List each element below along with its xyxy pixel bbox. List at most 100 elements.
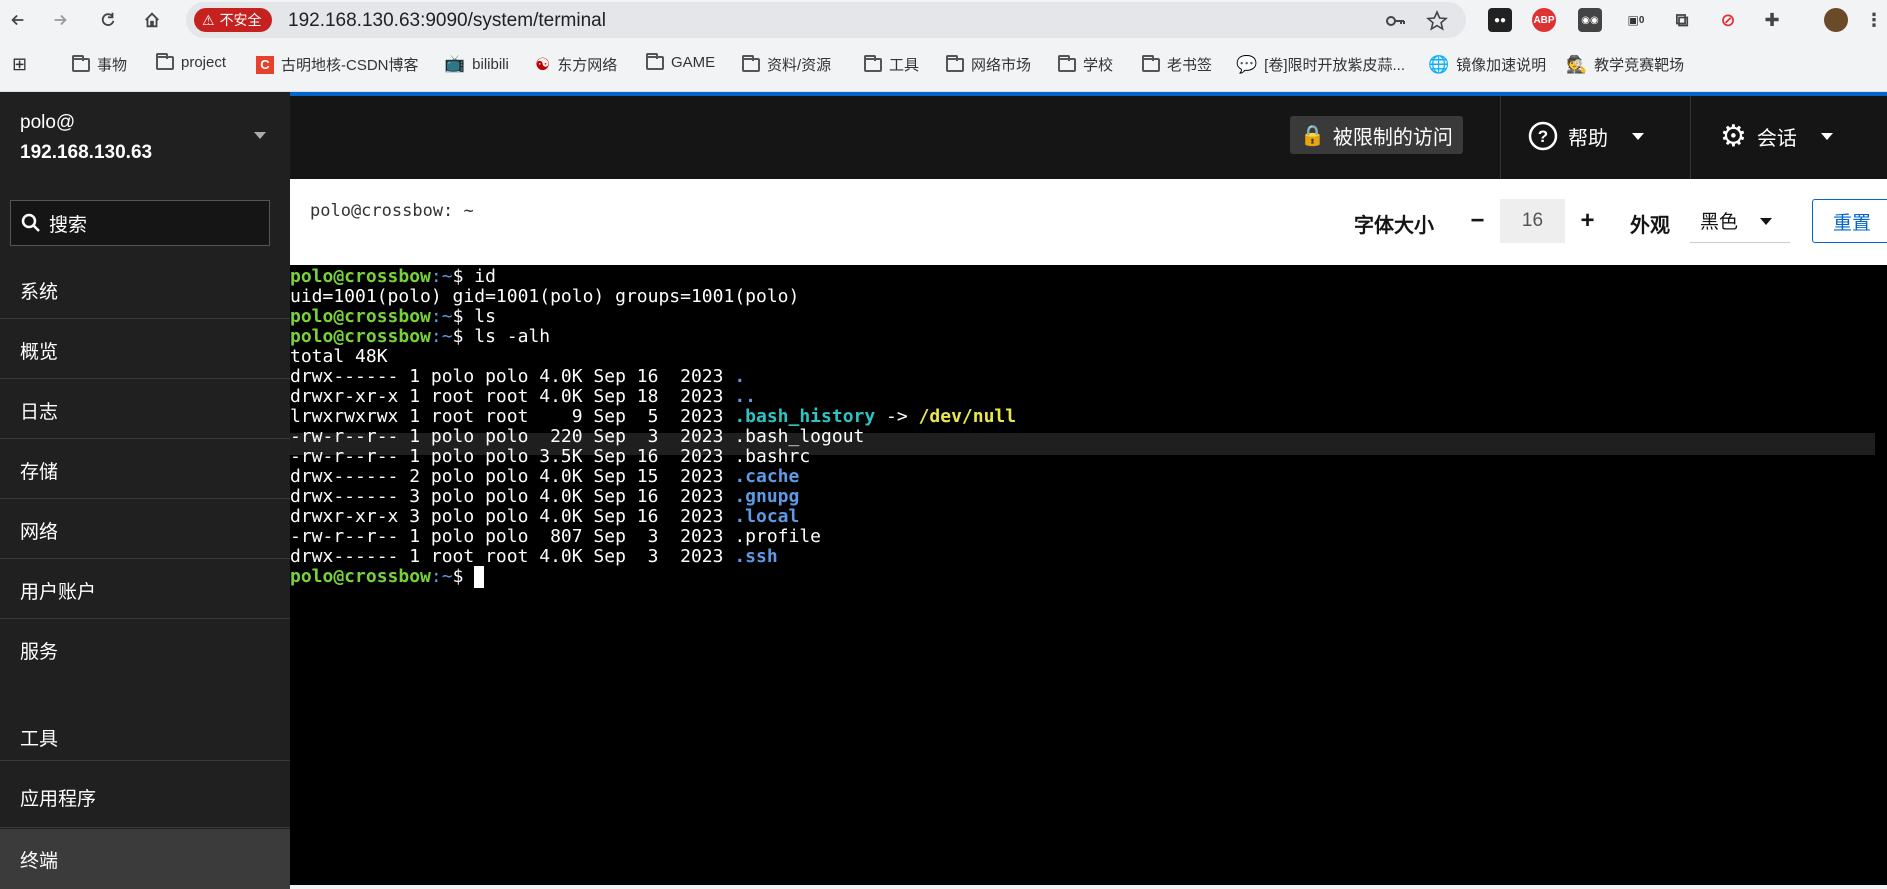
file-meta: drwx------ 1 root root 4.0K Sep 3 2023 <box>290 546 735 567</box>
host-user: polo@ <box>20 112 76 133</box>
extensions-puzzle-icon[interactable]: ✚ <box>1760 8 1784 32</box>
prompt-user: polo@crossbow <box>290 306 431 327</box>
divider <box>0 318 290 319</box>
sidebar-item-logs[interactable]: 日志 <box>0 380 290 440</box>
reset-button[interactable]: 重置 <box>1812 199 1887 243</box>
sidebar-item-terminal[interactable]: 终端 <box>0 829 290 889</box>
svg-text:?: ? <box>1538 127 1548 146</box>
appearance-select[interactable]: 黑色 <box>1690 199 1790 243</box>
browser-toolbar: ⚠ 不安全 192.168.130.63:9090/system/termina… <box>0 0 1887 40</box>
blocked-extension-icon[interactable]: ⊘ <box>1716 8 1740 32</box>
bookmark-item[interactable]: 📺 bilibili <box>444 54 509 74</box>
bookmark-item[interactable]: 老书签 <box>1142 54 1212 75</box>
apps-grid-icon[interactable]: ⊞ <box>12 54 27 75</box>
file-name: .ssh <box>734 546 778 567</box>
sidebar-item-networking[interactable]: 网络 <box>0 500 290 560</box>
spy-extension-icon[interactable]: ◉◉ <box>1578 8 1602 32</box>
url-text[interactable]: 192.168.130.63:9090/system/terminal <box>288 10 606 32</box>
bookmark-item[interactable]: 资料/资源 <box>742 54 831 75</box>
restricted-access-button[interactable]: 🔒 被限制的访问 <box>1290 116 1463 154</box>
symlink-target: /dev/null <box>918 406 1017 427</box>
reload-icon[interactable] <box>94 6 122 34</box>
file-name: .cache <box>734 466 800 487</box>
csdn-icon: C <box>256 55 274 74</box>
bookmark-item[interactable]: 网络市场 <box>946 54 1031 75</box>
file-name: .local <box>734 506 800 527</box>
profile-avatar[interactable] <box>1824 8 1848 32</box>
font-size-value[interactable]: 16 <box>1500 199 1565 243</box>
bookmark-item[interactable]: 🌐 镜像加速说明 <box>1428 54 1546 75</box>
folder-icon <box>72 54 90 72</box>
gear-icon: ⚙ <box>1720 119 1747 153</box>
divider <box>1690 96 1691 183</box>
folder-icon <box>864 54 882 72</box>
command-text: ls <box>474 306 496 327</box>
bookmark-item[interactable]: ☯ 东方网络 <box>535 54 617 75</box>
appearance-label: 外观 <box>1630 215 1670 237</box>
terminal-screen[interactable]: polo@crossbow:~$ id uid=1001(polo) gid=10… <box>290 265 1887 885</box>
bookmarks-bar: ⊞ 事物 project C 古明地核-CSDN博客 📺 bilibili ☯ 东方网… <box>0 40 1887 92</box>
divider <box>0 618 290 619</box>
forward-icon[interactable] <box>46 6 74 34</box>
extension-icon[interactable]: ●● <box>1488 8 1512 32</box>
qr-extension-icon[interactable]: ▣ 0 <box>1624 8 1648 32</box>
folder-icon <box>1142 54 1160 72</box>
prompt-user: polo@crossbow <box>290 566 431 587</box>
terminal-toolbar: polo@crossbow: ~ 字体大小 − 16 + 外观 黑色 重置 <box>290 179 1887 265</box>
sidebar-item-storage[interactable]: 存储 <box>0 440 290 500</box>
file-name: .profile <box>734 526 822 547</box>
bookmark-star-icon[interactable] <box>1426 10 1448 32</box>
sidebar-item-accounts[interactable]: 用户账户 <box>0 560 290 620</box>
divider <box>0 498 290 499</box>
bookmark-item[interactable]: 事物 <box>72 54 127 75</box>
hacker-icon: 🕵 <box>1566 54 1588 74</box>
terminal-line: polo@crossbow:~$ <box>290 565 485 589</box>
home-icon[interactable] <box>138 6 166 34</box>
sidebar-item-services[interactable]: 服务 <box>0 620 290 680</box>
copy-extension-icon[interactable]: ⧉ <box>1670 8 1694 32</box>
sidebar-section-tools: 工具 <box>20 728 59 750</box>
chevron-down-icon <box>1820 132 1833 140</box>
bookmark-item[interactable]: C 古明地核-CSDN博客 <box>256 54 419 75</box>
search-icon <box>21 213 40 232</box>
chevron-down-icon[interactable] <box>254 132 266 139</box>
file-name: . <box>734 366 746 387</box>
prompt-suffix: :~$ <box>430 266 475 287</box>
bookmark-item[interactable]: 💬 [卷]限时开放紫皮蒜... <box>1236 54 1405 75</box>
sidebar-item-applications[interactable]: 应用程序 <box>0 767 290 827</box>
file-meta: -rw-r--r-- 1 polo polo 220 Sep 3 2023 <box>290 426 735 447</box>
sidebar-section-system: 系统 <box>20 281 59 303</box>
warning-icon: ⚠ <box>202 11 215 28</box>
adblock-icon[interactable]: ABP <box>1532 8 1556 32</box>
folder-icon <box>742 54 760 72</box>
file-meta: -rw-r--r-- 1 polo polo 3.5K Sep 16 2023 <box>290 446 735 467</box>
bookmark-item[interactable]: GAME <box>646 52 715 71</box>
decrease-font-button[interactable]: − <box>1455 199 1500 243</box>
host-switcher[interactable]: polo@ 192.168.130.63 <box>20 108 152 168</box>
chevron-down-icon <box>1760 218 1772 225</box>
bookmark-item[interactable]: project <box>156 52 226 71</box>
session-menu[interactable]: ⚙ 会话 <box>1720 116 1833 156</box>
prompt-suffix: :~$ <box>430 566 475 587</box>
back-icon[interactable] <box>4 6 32 34</box>
terminal-title: polo@crossbow: ~ <box>310 201 474 221</box>
address-bar[interactable]: ⚠ 不安全 192.168.130.63:9090/system/termina… <box>186 2 1466 38</box>
search-input[interactable]: 搜索 <box>10 200 270 246</box>
bilibili-icon: 📺 <box>444 54 466 73</box>
divider <box>0 438 290 439</box>
browser-menu-icon[interactable]: ⋮ <box>1862 8 1886 32</box>
divider <box>0 378 290 379</box>
globe-icon: 🌐 <box>1428 54 1450 74</box>
bookmark-item[interactable]: 工具 <box>864 54 919 75</box>
key-icon[interactable] <box>1384 10 1406 32</box>
bookmark-item[interactable]: 学校 <box>1058 54 1113 75</box>
bookmark-item[interactable]: 🕵 教学竞赛靶场 <box>1566 54 1684 75</box>
increase-font-button[interactable]: + <box>1565 199 1610 243</box>
file-meta: -rw-r--r-- 1 polo polo 807 Sep 3 2023 <box>290 526 735 547</box>
symlink-arrow: -> <box>875 406 919 427</box>
help-menu[interactable]: ? 帮助 <box>1528 116 1644 156</box>
file-name: .gnupg <box>734 486 800 507</box>
not-secure-badge[interactable]: ⚠ 不安全 <box>194 8 272 32</box>
font-size-stepper: − 16 + <box>1455 199 1610 243</box>
sidebar-item-overview[interactable]: 概览 <box>0 320 290 380</box>
